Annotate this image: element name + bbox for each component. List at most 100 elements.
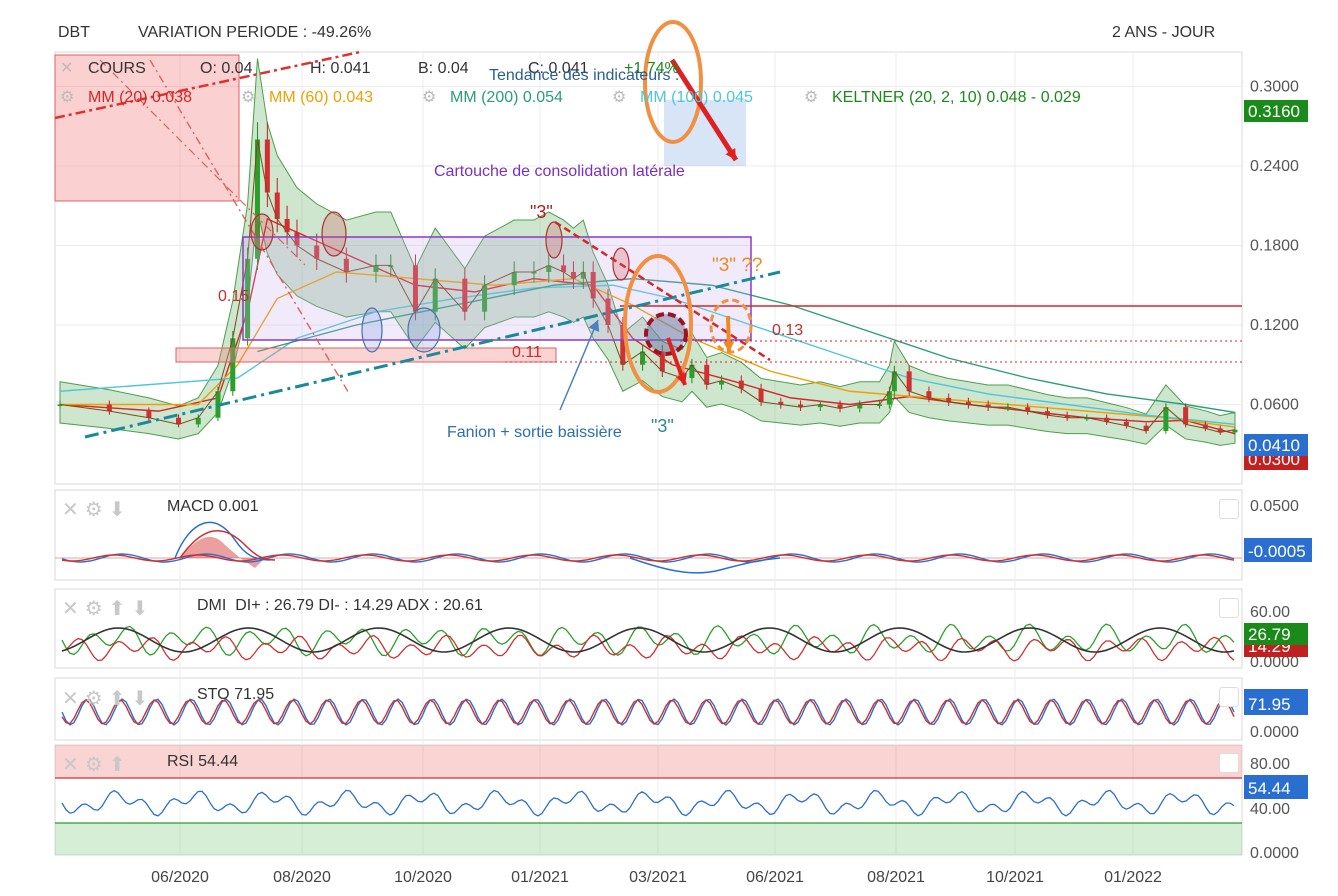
arrow-down-icon[interactable]: ⬇ (131, 598, 154, 620)
sto-value: 71.95 (234, 686, 275, 703)
sto-tick-label: 0.0000 (1250, 724, 1299, 741)
badge-top-text: 0.3160 (1248, 102, 1300, 121)
close-icon[interactable]: ✕ (62, 688, 85, 710)
annotation-three-a: "3" (530, 202, 553, 222)
x-tick-label: 08/2021 (867, 869, 925, 886)
legend-mm60-label: MM (60) 0.043 (269, 89, 374, 106)
arrow-up-icon[interactable]: ⬆ (109, 754, 132, 776)
x-tick-label: 01/2021 (511, 869, 569, 886)
x-tick-label: 06/2020 (151, 869, 209, 886)
rsi-tick-label: 40.00 (1250, 801, 1290, 818)
candle-body (758, 388, 764, 402)
candle-body (146, 411, 152, 418)
rsi-value: 54.44 (198, 753, 239, 770)
price-tick-label: 0.2400 (1250, 158, 1299, 175)
dark-circle (644, 312, 688, 356)
x-tick-label: 06/2021 (746, 869, 804, 886)
dmi-value: DI+ : 26.79 DI- : 14.29 ADX : 20.61 (235, 597, 483, 614)
legend-mm200-label: MM (200) 0.054 (450, 89, 563, 106)
gear-icon[interactable]: ⚙ (804, 90, 820, 106)
arrow-down-icon[interactable]: ⬇ (131, 688, 154, 710)
gear-icon[interactable]: ⚙ (612, 90, 628, 106)
period-label[interactable]: 2 ANS - JOUR (1112, 24, 1215, 42)
sto-controls[interactable]: ✕⚙⬆⬇ (62, 686, 154, 711)
legend-mm200[interactable]: ⚙ MM (200) 0.054 (422, 89, 563, 107)
candle-body (1163, 407, 1169, 431)
close-icon[interactable]: ✕ (62, 499, 85, 521)
legend-mm100-label: MM (100) 0.045 (640, 89, 753, 106)
legend-high: H: 0.041 (310, 60, 371, 77)
gear-icon[interactable]: ⚙ (241, 90, 257, 106)
sto-checkbox[interactable] (1219, 687, 1239, 707)
rsi-line (61, 789, 1235, 817)
legend-open: O: 0.04 (200, 60, 253, 77)
top-ellipse (545, 221, 563, 259)
dmi-controls[interactable]: ✕⚙⬆⬇ (62, 596, 154, 621)
gear-icon[interactable]: ⚙ (422, 90, 438, 106)
x-tick-label: 03/2021 (629, 869, 687, 886)
gear-icon[interactable]: ⚙ (60, 90, 76, 106)
macd-checkbox[interactable] (1219, 499, 1239, 519)
macd-title: MACD 0.001 (167, 498, 259, 516)
macd-badge-text: -0.0005 (1248, 542, 1306, 561)
legend-cours[interactable]: ✕ COURS (60, 60, 146, 78)
sto-title-label: STO (197, 686, 230, 703)
legend-keltner-label: KELTNER (20, 2, 10) 0.048 - 0.029 (832, 89, 1081, 106)
gear-icon[interactable]: ⚙ (85, 688, 109, 710)
symbol-label: DBT (58, 24, 90, 41)
bottom-ellipse (361, 307, 383, 353)
bottom-ellipse (407, 307, 441, 353)
macd-value: 0.001 (218, 498, 259, 515)
close-icon[interactable]: ✕ (62, 754, 85, 776)
annotation-fanion: Fanion + sortie baissière (447, 424, 622, 441)
x-tick-label: 01/2022 (1104, 869, 1162, 886)
dmi-title-label: DMI (197, 597, 227, 614)
rsi-oversold-band (55, 823, 1242, 855)
close-icon[interactable]: ✕ (60, 61, 76, 77)
rsi-title: RSI 54.44 (167, 753, 238, 771)
rsi-title-label: RSI (167, 753, 194, 770)
x-tick-label: 10/2020 (394, 869, 452, 886)
annotation-level-013: 0.13 (772, 322, 804, 339)
x-tick-label: 08/2020 (273, 869, 331, 886)
gear-icon[interactable]: ⚙ (85, 598, 109, 620)
price-tick-label: 0.1800 (1250, 238, 1299, 255)
candle-body (1183, 407, 1189, 425)
gear-icon[interactable]: ⚙ (85, 754, 109, 776)
dmi-title: DMI DI+ : 26.79 DI- : 14.29 ADX : 20.61 (197, 597, 483, 615)
legend-low: B: 0.04 (418, 60, 469, 77)
rsi-controls[interactable]: ✕⚙⬆ (62, 752, 131, 777)
price-tick-label: 0.0600 (1250, 397, 1299, 414)
top-ellipse (321, 211, 347, 257)
dmi-minus (61, 634, 1235, 662)
sto-badge-text: 71.95 (1248, 695, 1291, 714)
price-tick-label: 0.3000 (1250, 79, 1299, 96)
legend-keltner[interactable]: ⚙ KELTNER (20, 2, 10) 0.048 - 0.029 (804, 89, 1081, 107)
annotation-cartouche: Cartouche de consolidation latérale (434, 163, 685, 180)
annotation-three-c: "3" (651, 416, 674, 436)
support-zone-rect (175, 347, 557, 363)
macd-title-label: MACD (167, 498, 215, 515)
legend-mm20-label: MM (20) 0.038 (88, 89, 193, 106)
rsi-tick-label: 0.0000 (1250, 845, 1299, 862)
legend-mm20[interactable]: ⚙ MM (20) 0.038 (60, 89, 192, 107)
arrow-up-icon[interactable]: ⬆ (109, 598, 132, 620)
macd-controls[interactable]: ✕⚙⬇ (62, 497, 131, 522)
rsi-checkbox[interactable] (1219, 753, 1239, 773)
legend-mm100[interactable]: ⚙ MM (100) 0.045 (612, 89, 753, 107)
arrow-down-icon[interactable]: ⬇ (109, 499, 132, 521)
arrow-up-icon[interactable]: ⬆ (109, 688, 132, 710)
annotation-tendance: Tendance des indicateurs : (489, 67, 680, 84)
variation-label: VARIATION PERIODE : -49.26% (138, 24, 372, 41)
rsi-badge-text: 54.44 (1248, 779, 1291, 798)
legend-cours-label: COURS (88, 60, 146, 77)
gear-icon[interactable]: ⚙ (85, 499, 109, 521)
macd-tick-label: 0.0500 (1250, 498, 1299, 515)
badge-last-text: 0.0410 (1248, 436, 1300, 455)
legend-mm60[interactable]: ⚙ MM (60) 0.043 (241, 89, 373, 107)
annotation-three-b: "3" ?? (712, 255, 763, 276)
annotation-level-015: 0.15 (218, 288, 250, 305)
close-icon[interactable]: ✕ (62, 598, 85, 620)
sto-title: STO 71.95 (197, 686, 274, 704)
dmi-checkbox[interactable] (1219, 598, 1239, 618)
